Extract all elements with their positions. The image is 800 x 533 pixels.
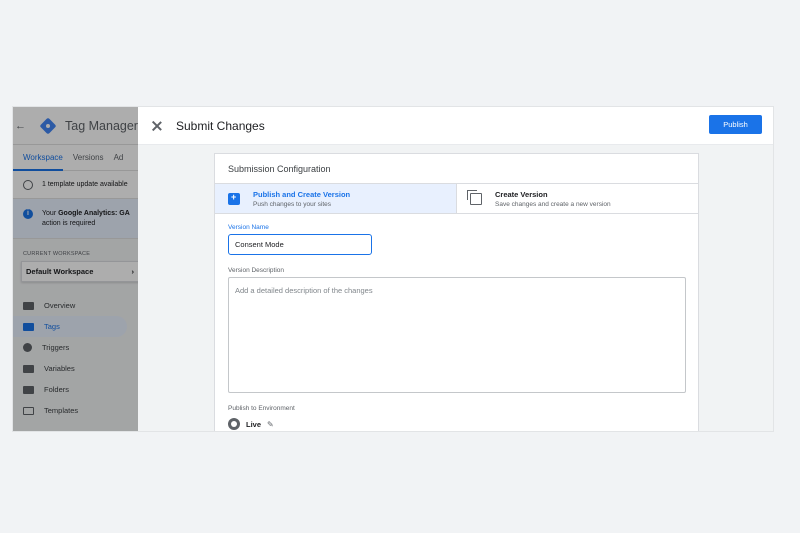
submit-changes-panel: Submit Changes Publish Submission Config… — [138, 107, 773, 431]
submission-options: Publish and Create Version Push changes … — [215, 183, 698, 214]
submission-form: Version Name Version Description Publish… — [215, 214, 698, 430]
environment-name: Live — [246, 419, 262, 429]
environment-icon — [228, 418, 240, 430]
publish-icon — [228, 192, 240, 205]
publish-button[interactable]: Publish — [709, 115, 762, 134]
environment-label: Publish to Environment — [228, 405, 295, 412]
modal-scrim[interactable] — [13, 107, 150, 431]
panel-header: Submit Changes Publish — [138, 107, 773, 145]
close-icon[interactable] — [151, 120, 163, 132]
version-name-input[interactable] — [228, 234, 372, 255]
version-description-input[interactable] — [228, 277, 686, 393]
panel-title: Submit Changes — [176, 118, 265, 133]
version-name-label: Version Name — [228, 224, 269, 231]
submission-configuration-card: Submission Configuration Publish and Cre… — [214, 153, 699, 431]
app-window: ← Tag Manager Workspace Versions Ad 1 te… — [13, 107, 773, 431]
option-subtitle: Save changes and create a new version — [495, 200, 611, 208]
option-publish-and-create-version[interactable]: Publish and Create Version Push changes … — [215, 184, 457, 213]
edit-pencil-icon[interactable]: ✎ — [267, 420, 274, 429]
version-description-label: Version Description — [228, 267, 284, 274]
option-title: Create Version — [495, 189, 548, 199]
copy-icon — [467, 189, 482, 205]
sidebar: ← Tag Manager Workspace Versions Ad 1 te… — [13, 107, 150, 431]
option-title: Publish and Create Version — [253, 189, 351, 199]
option-subtitle: Push changes to your sites — [253, 200, 332, 208]
option-create-version[interactable]: Create Version Save changes and create a… — [457, 184, 698, 213]
environment-row: Live ✎ — [228, 418, 698, 430]
card-title: Submission Configuration — [228, 164, 331, 174]
